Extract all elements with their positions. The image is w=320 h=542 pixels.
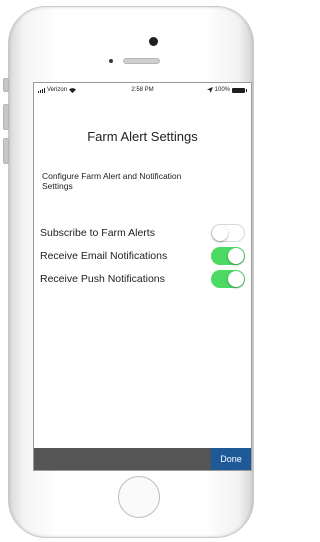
volume-down-button [3,138,9,164]
email-notifications-toggle[interactable] [211,247,245,265]
home-button[interactable] [118,476,160,518]
toggle-knob [212,225,228,241]
toggle-knob [228,271,244,287]
toggle-knob [228,248,244,264]
setting-row-push: Receive Push Notifications [40,269,245,289]
app-screen: Verizon 2:58 PM 100% Farm Alert Settings… [33,82,252,471]
battery-icon [232,87,247,93]
setting-label-email: Receive Email Notifications [40,250,168,262]
volume-up-button [3,104,9,130]
status-bar: Verizon 2:58 PM 100% [34,83,251,97]
settings-description: Configure Farm Alert and Notification Se… [42,171,182,191]
battery-percent: 100% [214,87,230,93]
status-bar-right: 100% [206,87,247,93]
subscribe-alerts-toggle[interactable] [211,224,245,242]
mute-switch [3,78,9,92]
done-button[interactable]: Done [211,448,251,470]
setting-label-push: Receive Push Notifications [40,273,165,285]
sensor-dot [109,59,113,63]
front-camera [149,37,158,46]
setting-label-subscribe: Subscribe to Farm Alerts [40,227,155,239]
push-notifications-toggle[interactable] [211,270,245,288]
setting-row-subscribe: Subscribe to Farm Alerts [40,223,245,243]
page-title: Farm Alert Settings [87,129,198,144]
setting-row-email: Receive Email Notifications [40,246,245,266]
bottom-toolbar: Done [34,448,251,470]
location-arrow-icon [206,87,213,93]
earpiece-speaker [123,58,160,64]
